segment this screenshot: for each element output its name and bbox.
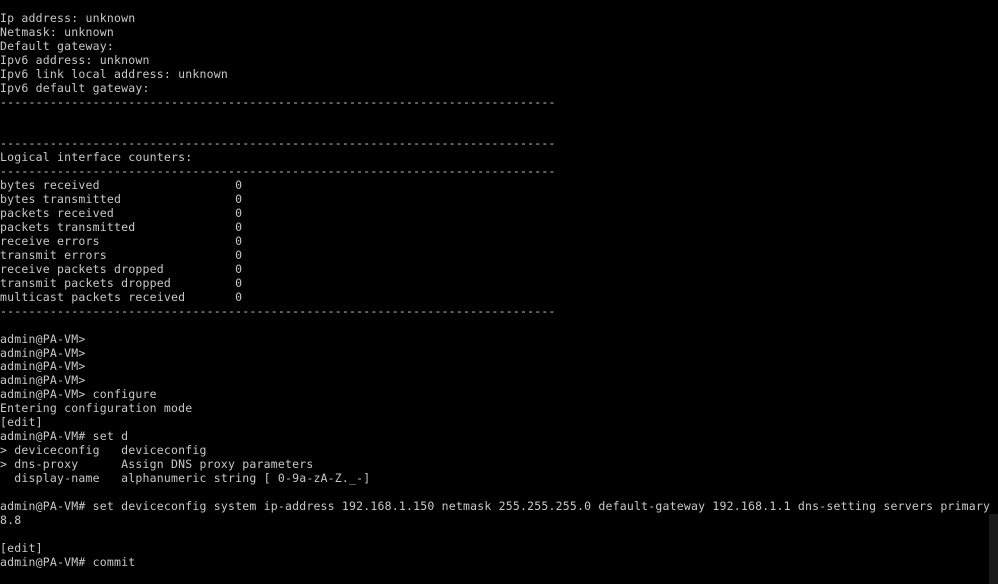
terminal-line-edit: [edit] (0, 540, 43, 555)
terminal-line-multicast-packets-received: multicast packets received 0 (0, 289, 243, 304)
terminal-prompt-line: admin@PA-VM> (0, 331, 86, 346)
terminal-line-ipv6-address: Ipv6 address: unknown (0, 52, 150, 67)
terminal-line-packets-transmitted: packets transmitted 0 (0, 220, 243, 235)
terminal-command-set-deviceconfig: admin@PA-VM# set deviceconfig system ip-… (0, 498, 998, 513)
terminal-prompt-line: admin@PA-VM> (0, 359, 86, 374)
terminal-completion-deviceconfig: > deviceconfig deviceconfig (0, 443, 207, 458)
terminal-separator: ----------------------------------------… (0, 164, 556, 179)
terminal-line-ipv6-default-gateway: Ipv6 default gateway: (0, 80, 150, 95)
terminal-line-receive-packets-dropped: receive packets dropped 0 (0, 261, 243, 276)
terminal-prompt-line: admin@PA-VM> (0, 345, 86, 360)
terminal-line-transmit-packets-dropped: transmit packets dropped 0 (0, 275, 243, 290)
terminal-separator: ----------------------------------------… (0, 136, 556, 151)
terminal-separator: ----------------------------------------… (0, 303, 556, 318)
scrollbar[interactable] (989, 514, 998, 584)
terminal-command-set-deviceconfig-wrap: 8.8 (0, 512, 22, 527)
terminal-line-counters-heading: Logical interface counters: (0, 150, 193, 165)
terminal-line-ipv6-link-local: Ipv6 link local address: unknown (0, 66, 228, 81)
terminal-console[interactable]: Ip address: unknown Netmask: unknown Defau… (0, 11, 998, 570)
terminal-command-commit[interactable]: admin@PA-VM# commit (0, 555, 998, 570)
terminal-command-configure: admin@PA-VM> configure (0, 387, 157, 402)
terminal-line-ip-address: Ip address: unknown (0, 11, 136, 25)
terminal-separator: ----------------------------------------… (0, 94, 556, 109)
terminal-command-set-d: admin@PA-VM# set d (0, 429, 129, 444)
terminal-line-default-gateway: Default gateway: (0, 38, 114, 53)
terminal-line-packets-received: packets received 0 (0, 206, 243, 221)
terminal-line-receive-errors: receive errors 0 (0, 234, 243, 248)
terminal-line-bytes-transmitted: bytes transmitted 0 (0, 192, 243, 207)
terminal-line-bytes-received: bytes received 0 (0, 178, 243, 193)
terminal-line-edit: [edit] (0, 415, 43, 430)
terminal-completion-display-name: display-name alphanumeric string [ 0-9a-… (0, 470, 371, 485)
terminal-line-transmit-errors: transmit errors 0 (0, 247, 243, 262)
terminal-prompt-line: admin@PA-VM> (0, 373, 86, 388)
terminal-line-netmask: Netmask: unknown (0, 24, 114, 39)
terminal-line-config-mode: Entering configuration mode (0, 401, 193, 416)
terminal-completion-dns-proxy: > dns-proxy Assign DNS proxy parameters (0, 457, 314, 471)
